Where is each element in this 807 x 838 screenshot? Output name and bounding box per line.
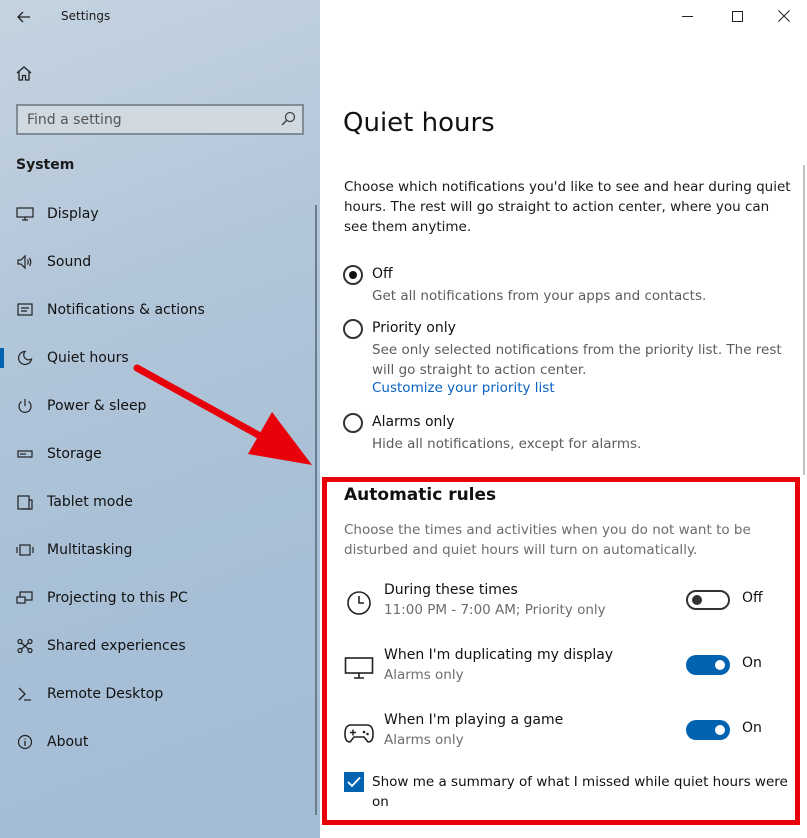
window-title: Settings (61, 9, 111, 23)
sidebar-item-shared-experiences[interactable]: Shared experiences (0, 622, 320, 670)
sidebar-item-label: Sound (47, 254, 92, 270)
maximize-button[interactable] (714, 0, 760, 32)
search-input[interactable] (18, 106, 268, 133)
rule-duplicating-display[interactable]: When I'm duplicating my display Alarms o… (344, 647, 784, 697)
automatic-rules-heading: Automatic rules (344, 485, 497, 505)
automatic-rules-description: Choose the times and activities when you… (344, 522, 751, 558)
sidebar-item-sound[interactable]: Sound (0, 238, 320, 286)
rule-subtitle: 11:00 PM - 7:00 AM; Priority only (384, 602, 606, 618)
intro-text: Choose which notifications you'd like to… (344, 179, 791, 235)
minimize-icon (681, 15, 693, 17)
sidebar-item-notifications[interactable]: Notifications & actions (0, 286, 320, 334)
radio-description: See only selected notifications from the… (372, 342, 782, 378)
search-icon[interactable] (280, 111, 296, 127)
close-icon (778, 10, 790, 22)
sidebar-item-multitasking[interactable]: Multitasking (0, 526, 320, 574)
search-box (16, 104, 304, 135)
main-panel: Quiet hours Choose which notifications y… (320, 0, 807, 838)
toggle-state-label: On (742, 720, 762, 736)
gamepad-icon (344, 720, 374, 746)
power-icon (16, 397, 34, 415)
remote-desktop-icon (16, 685, 34, 703)
back-button[interactable] (8, 4, 40, 30)
sidebar-item-quiet-hours[interactable]: Quiet hours (0, 334, 320, 382)
rule-during-times[interactable]: During these times 11:00 PM - 7:00 AM; P… (344, 582, 784, 632)
sidebar-item-label: Display (47, 206, 99, 222)
back-arrow-icon (17, 11, 30, 23)
radio-description: Hide all notifications, except for alarm… (372, 436, 642, 452)
rule-subtitle: Alarms only (384, 732, 464, 748)
projecting-icon (16, 589, 34, 607)
customize-priority-link[interactable]: Customize your priority list (372, 380, 555, 396)
radio-label: Alarms only (372, 414, 455, 430)
radio-button-alarms[interactable] (343, 413, 363, 433)
sidebar-item-label: Tablet mode (47, 494, 133, 510)
tablet-icon (16, 493, 34, 511)
radio-description: Get all notifications from your apps and… (372, 288, 707, 304)
sidebar-item-power-sleep[interactable]: Power & sleep (0, 382, 320, 430)
home-icon (16, 65, 32, 81)
sidebar-item-label: About (47, 734, 89, 750)
clock-icon (344, 590, 374, 616)
sidebar: Settings System Display Sound Notificati… (0, 0, 320, 838)
main-scrollbar[interactable] (803, 165, 805, 475)
sidebar-item-label: Quiet hours (47, 350, 129, 366)
checkmark-icon (347, 776, 361, 788)
sidebar-item-display[interactable]: Display (0, 190, 320, 238)
nav-list: Display Sound Notifications & actions Qu… (0, 190, 320, 766)
info-icon (16, 733, 34, 751)
sidebar-item-remote-desktop[interactable]: Remote Desktop (0, 670, 320, 718)
radio-button-priority[interactable] (343, 319, 363, 339)
section-label-system: System (16, 157, 75, 173)
sidebar-scrollbar[interactable] (315, 205, 317, 815)
sidebar-item-tablet-mode[interactable]: Tablet mode (0, 478, 320, 526)
sidebar-item-label: Storage (47, 446, 102, 462)
toggle-state-label: Off (742, 590, 763, 606)
sidebar-item-label: Shared experiences (47, 638, 186, 654)
sidebar-item-about[interactable]: About (0, 718, 320, 766)
summary-checkbox-label: Show me a summary of what I missed while… (372, 774, 788, 810)
notifications-icon (16, 301, 34, 319)
toggle-playing-game[interactable] (686, 720, 730, 740)
radio-label: Off (372, 266, 393, 282)
toggle-state-label: On (742, 655, 762, 671)
sidebar-item-label: Multitasking (47, 542, 133, 558)
multitasking-icon (16, 541, 34, 559)
home-button[interactable] (8, 58, 40, 88)
toggle-duplicating-display[interactable] (686, 655, 730, 675)
minimize-button[interactable] (664, 0, 710, 32)
sidebar-item-storage[interactable]: Storage (0, 430, 320, 478)
radio-label: Priority only (372, 320, 456, 336)
summary-checkbox[interactable] (344, 772, 364, 792)
radio-button-off[interactable] (343, 265, 363, 285)
monitor-icon (344, 655, 374, 681)
moon-icon (16, 349, 34, 367)
rule-title: When I'm playing a game (384, 712, 564, 728)
toggle-during-times[interactable] (686, 590, 730, 610)
rule-subtitle: Alarms only (384, 667, 464, 683)
sidebar-item-label: Notifications & actions (47, 302, 205, 318)
display-icon (16, 205, 34, 223)
sidebar-item-projecting[interactable]: Projecting to this PC (0, 574, 320, 622)
rule-playing-game[interactable]: When I'm playing a game Alarms only On (344, 712, 784, 762)
page-title: Quiet hours (343, 108, 495, 138)
rule-title: During these times (384, 582, 518, 598)
close-button[interactable] (761, 0, 807, 32)
storage-icon (16, 445, 34, 463)
sidebar-item-label: Remote Desktop (47, 686, 164, 702)
speaker-icon (16, 253, 34, 271)
sidebar-item-label: Power & sleep (47, 398, 147, 414)
rule-title: When I'm duplicating my display (384, 647, 614, 663)
shared-icon (16, 637, 34, 655)
sidebar-item-label: Projecting to this PC (47, 590, 188, 606)
maximize-icon (731, 10, 743, 22)
